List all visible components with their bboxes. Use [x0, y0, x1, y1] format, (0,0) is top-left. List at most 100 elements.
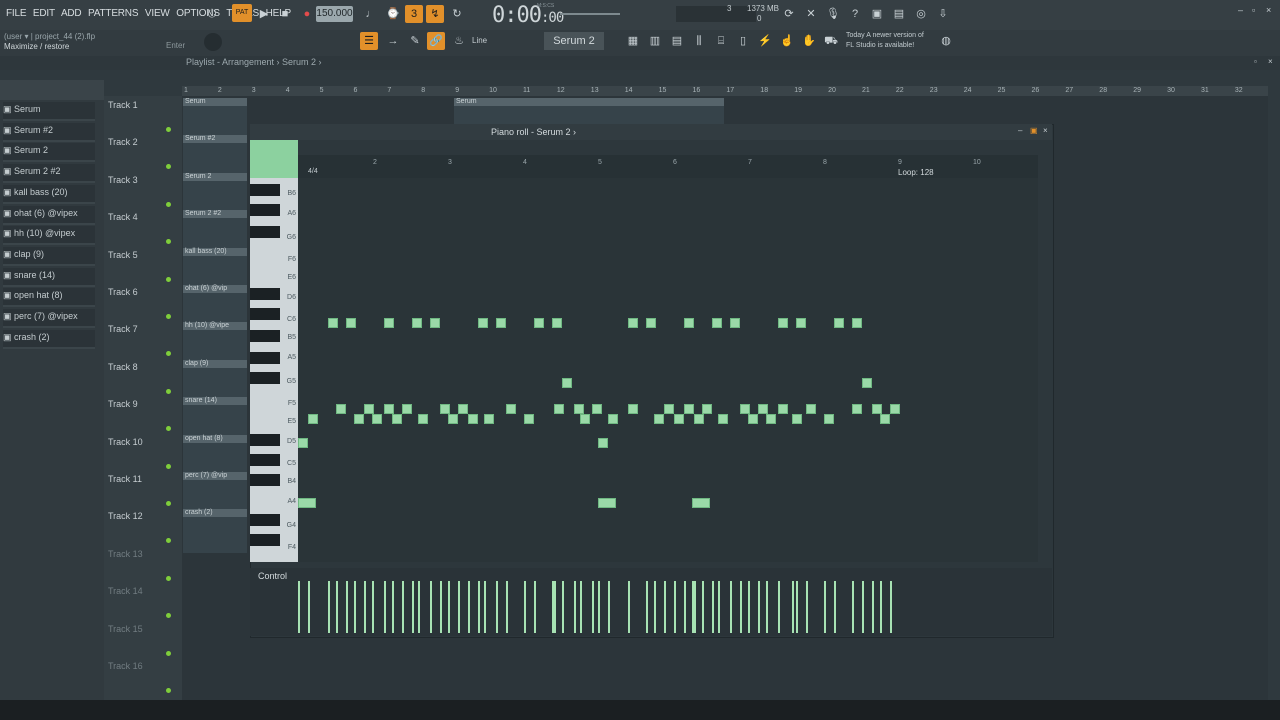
midi-note[interactable]: [694, 414, 704, 424]
midi-note[interactable]: [562, 378, 572, 388]
midi-note[interactable]: [412, 318, 422, 328]
velocity-stem[interactable]: [364, 581, 366, 633]
channel-item[interactable]: ▣ perc (7) @vipex: [3, 309, 95, 328]
touch-icon[interactable]: ☝: [778, 32, 796, 50]
midi-note[interactable]: [552, 318, 562, 328]
track-label[interactable]: Track 7: [108, 324, 138, 334]
velocity-stem[interactable]: [674, 581, 676, 633]
wait-icon[interactable]: ⌚: [384, 5, 402, 23]
midi-note[interactable]: [458, 404, 468, 414]
black-key[interactable]: [250, 226, 280, 238]
control-label[interactable]: Control: [258, 571, 287, 581]
browser-icon[interactable]: ⌸: [712, 32, 730, 50]
velocity-stem[interactable]: [806, 581, 808, 633]
track-mute-led[interactable]: [166, 650, 171, 656]
midi-note[interactable]: [758, 404, 768, 414]
midi-note[interactable]: [298, 438, 308, 448]
tempo-display[interactable]: 150.000: [316, 6, 353, 22]
power-icon[interactable]: ⏻: [203, 5, 221, 23]
step-edit-icon[interactable]: ↯: [426, 5, 444, 23]
velocity-stem[interactable]: [372, 581, 374, 633]
midi-note[interactable]: [684, 404, 694, 414]
velocity-stem[interactable]: [852, 581, 854, 633]
midi-note[interactable]: [872, 404, 882, 414]
channel-item[interactable]: ▣ Serum 2: [3, 143, 95, 163]
midi-note[interactable]: [730, 318, 740, 328]
track-mute-led[interactable]: [166, 388, 171, 394]
black-key[interactable]: [250, 454, 280, 466]
velocity-stem[interactable]: [880, 581, 882, 633]
playlist-maximize-icon[interactable]: ▫: [1254, 57, 1257, 66]
midi-note[interactable]: [862, 378, 872, 388]
track-label[interactable]: Track 14: [108, 586, 143, 596]
track-label[interactable]: Track 8: [108, 362, 138, 372]
velocity-stem[interactable]: [458, 581, 460, 633]
midi-note[interactable]: [506, 404, 516, 414]
channel-item[interactable]: ▣ ohat (6) @vipex: [3, 205, 95, 225]
velocity-stem[interactable]: [430, 581, 432, 633]
playlist-close-icon[interactable]: ×: [1268, 57, 1273, 66]
velocity-stem[interactable]: [628, 581, 630, 633]
midi-note[interactable]: [608, 414, 618, 424]
plugin-icon[interactable]: ▤: [890, 5, 908, 23]
mixer-icon[interactable]: ✕: [802, 5, 820, 23]
velocity-stem[interactable]: [524, 581, 526, 633]
track-label[interactable]: Track 9: [108, 399, 138, 409]
black-key[interactable]: [250, 352, 280, 364]
midi-note[interactable]: [824, 414, 834, 424]
refresh-icon[interactable]: ⟳: [780, 5, 798, 23]
velocity-stem[interactable]: [298, 581, 300, 633]
track-mute-led[interactable]: [166, 688, 171, 693]
pencil-icon[interactable]: ✎: [406, 32, 424, 50]
velocity-stem[interactable]: [766, 581, 768, 633]
midi-note[interactable]: [718, 414, 728, 424]
track-label[interactable]: Track 6: [108, 287, 138, 297]
velocity-stem[interactable]: [392, 581, 394, 633]
black-key[interactable]: [250, 434, 280, 446]
midi-note[interactable]: [372, 414, 382, 424]
velocity-stem[interactable]: [534, 581, 536, 633]
news-panel[interactable]: Today A newer version of FL Studio is av…: [846, 31, 924, 51]
black-key[interactable]: [250, 474, 280, 486]
midi-note[interactable]: [430, 318, 440, 328]
loop-record-icon[interactable]: ↻: [448, 5, 466, 23]
chat-icon[interactable]: ◎: [912, 5, 930, 23]
midi-note[interactable]: [664, 404, 674, 414]
midi-note[interactable]: [484, 414, 494, 424]
download-icon[interactable]: ⇩: [934, 5, 952, 23]
black-key[interactable]: [250, 372, 280, 384]
midi-note[interactable]: [598, 438, 608, 448]
velocity-stem[interactable]: [872, 581, 874, 633]
knob-icon[interactable]: [204, 33, 222, 51]
velocity-stem[interactable]: [402, 581, 404, 633]
loop-marker[interactable]: Loop: 128: [898, 168, 934, 177]
track-mute-led[interactable]: [166, 426, 171, 432]
midi-note[interactable]: [298, 498, 316, 508]
midi-note[interactable]: [384, 318, 394, 328]
midi-note[interactable]: [364, 404, 374, 414]
channel-item[interactable]: ▣ kall bass (20): [3, 184, 95, 204]
channel-item[interactable]: ▣ clap (9): [3, 246, 95, 266]
midi-note[interactable]: [628, 318, 638, 328]
velocity-stem[interactable]: [702, 581, 704, 633]
pattern-list-icon[interactable]: ☰: [360, 32, 378, 50]
microphone-icon[interactable]: 🎙: [824, 5, 842, 23]
velocity-stem[interactable]: [468, 581, 470, 633]
black-key[interactable]: [250, 534, 280, 546]
velocity-stem[interactable]: [418, 581, 420, 633]
midi-note[interactable]: [766, 414, 776, 424]
velocity-stem[interactable]: [646, 581, 648, 633]
midi-note[interactable]: [468, 414, 478, 424]
globe-icon[interactable]: ◍: [937, 32, 955, 50]
midi-note[interactable]: [354, 414, 364, 424]
channel-item[interactable]: ▣ crash (2): [3, 329, 95, 349]
velocity-stem[interactable]: [554, 581, 556, 633]
piano-roll-minimize-icon[interactable]: –: [1018, 126, 1022, 135]
track-label[interactable]: Track 1: [108, 100, 138, 110]
velocity-stem[interactable]: [694, 581, 696, 633]
track-mute-led[interactable]: [166, 201, 171, 207]
track-label[interactable]: Track 3: [108, 175, 138, 185]
midi-note[interactable]: [852, 404, 862, 414]
track-mute-led[interactable]: [166, 314, 171, 319]
hand-icon[interactable]: ✋: [800, 32, 818, 50]
